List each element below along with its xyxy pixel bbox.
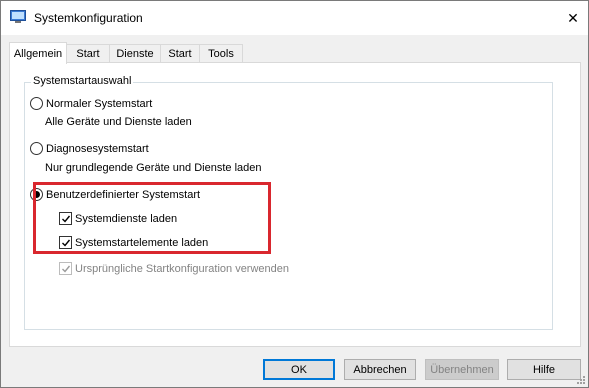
general-tab-panel: Systemstartauswahl Normaler Systemstart … — [9, 62, 581, 347]
window-title: Systemkonfiguration — [34, 11, 143, 25]
radio-indicator[interactable] — [30, 97, 43, 110]
help-button[interactable]: Hilfe — [507, 359, 581, 380]
tab-start-2[interactable]: Start — [160, 44, 200, 63]
close-button[interactable]: ✕ — [558, 1, 588, 35]
tab-label: Tools — [208, 48, 234, 60]
normal-startup-label: Normaler Systemstart — [46, 97, 153, 110]
use-original-boot-config-label: Ursprüngliche Startkonfiguration verwend… — [75, 262, 290, 275]
msconfig-app-icon — [10, 10, 26, 24]
group-label: Systemstartauswahl — [31, 75, 134, 87]
tab-label: Start — [168, 48, 192, 60]
title-bar: Systemkonfiguration ✕ — [1, 1, 588, 35]
tab-tools[interactable]: Tools — [199, 44, 243, 63]
normal-startup-description: Alle Geräte und Dienste laden — [45, 116, 192, 128]
system-configuration-window: Systemkonfiguration ✕ Allgemein Start Di… — [0, 0, 589, 388]
cancel-button-label: Abbrechen — [353, 363, 407, 376]
ok-button-label: OK — [291, 363, 307, 376]
tab-start-1[interactable]: Start — [66, 44, 110, 63]
radio-indicator[interactable] — [30, 142, 43, 155]
tab-label: Dienste — [116, 48, 154, 60]
apply-button[interactable]: Übernehmen — [425, 359, 499, 380]
tab-label: Allgemein — [13, 47, 63, 60]
help-button-label: Hilfe — [532, 363, 555, 376]
normal-startup-radio[interactable]: Normaler Systemstart — [30, 97, 152, 110]
red-highlight-annotation — [33, 182, 271, 254]
diagnostic-startup-label: Diagnosesystemstart — [46, 142, 149, 155]
diagnostic-startup-radio[interactable]: Diagnosesystemstart — [30, 142, 149, 155]
tab-allgemein[interactable]: Allgemein — [9, 42, 67, 64]
checkbox-indicator-disabled[interactable] — [59, 262, 72, 275]
diagnostic-startup-description: Nur grundlegende Geräte und Dienste lade… — [45, 162, 262, 174]
apply-button-label: Übernehmen — [430, 363, 494, 376]
tab-dienste[interactable]: Dienste — [109, 44, 161, 63]
cancel-button[interactable]: Abbrechen — [344, 359, 416, 380]
tab-label: Start — [76, 48, 100, 60]
use-original-boot-config-checkbox[interactable]: Ursprüngliche Startkonfiguration verwend… — [59, 262, 289, 275]
resize-grip-icon[interactable] — [576, 375, 586, 385]
ok-button[interactable]: OK — [263, 359, 335, 380]
checkmark-icon — [61, 265, 70, 273]
close-icon: ✕ — [567, 9, 579, 26]
